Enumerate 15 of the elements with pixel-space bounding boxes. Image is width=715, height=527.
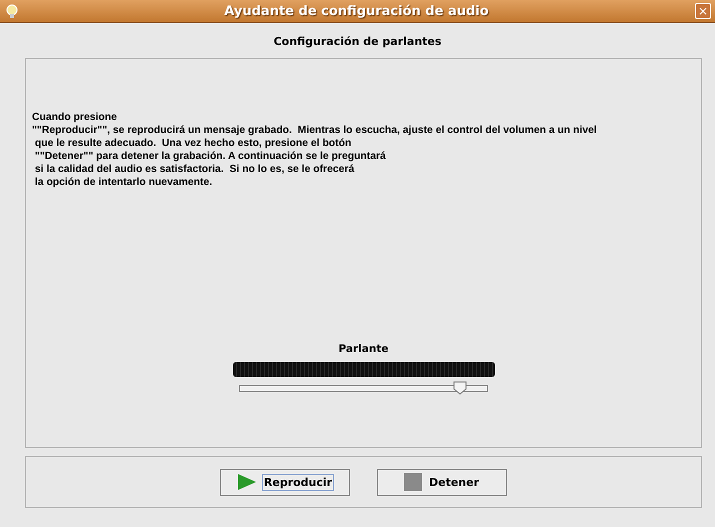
play-icon <box>236 473 257 491</box>
slider-thumb[interactable] <box>452 381 467 395</box>
window-title: Ayudante de configuración de audio <box>223 4 490 18</box>
instruction-text: la opción de intentarlo nuevamente. <box>34 176 214 189</box>
instruction-text: ""Reproducir"", se reproducirá un mensaje grabado. Mientras lo escucha, ajuste el control del volumen a un nivel <box>32 124 598 137</box>
page-heading: Configuración de parlantes <box>272 34 442 50</box>
speaker-label: Parlante <box>338 343 388 355</box>
instruction-text: si la calidad del audio es satisfactoria. Si no lo es, se le ofrecerá <box>34 163 356 176</box>
instruction-text: que le resulte adecuado. Una vez hecho esto, presione el botón <box>34 137 352 150</box>
stop-icon <box>404 473 422 491</box>
app-icon <box>6 4 18 18</box>
instruction-text: ""Detener"" para detener la grabación. A continuación se le preguntará <box>34 150 387 163</box>
stop-button[interactable]: Detener <box>377 468 507 496</box>
play-button[interactable]: Reproducir <box>220 468 350 496</box>
instruction-text: Cuando presione <box>32 111 118 124</box>
